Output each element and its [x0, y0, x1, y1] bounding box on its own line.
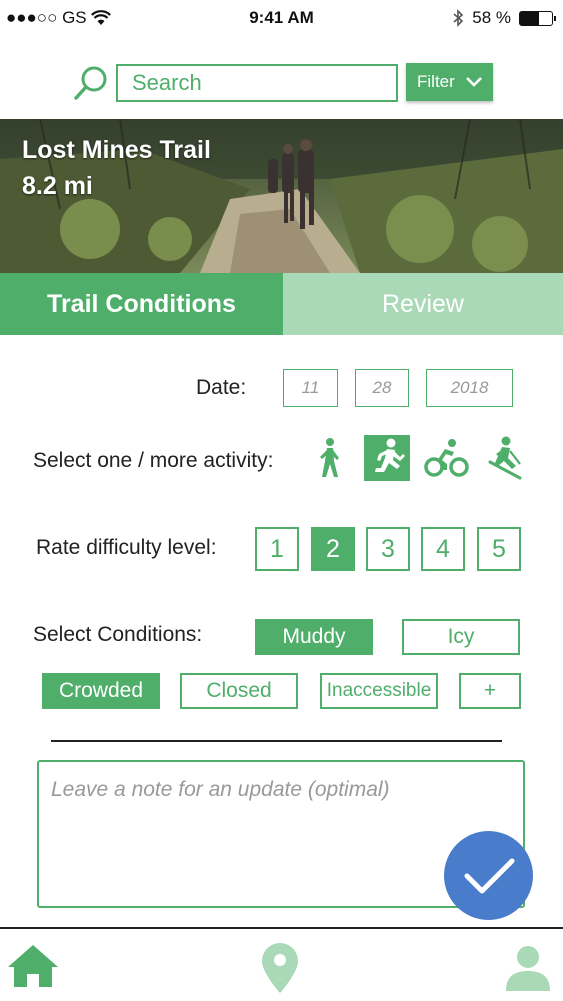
search-icon[interactable] — [72, 64, 110, 102]
filter-label: Filter — [417, 72, 455, 91]
skiing-icon[interactable] — [484, 435, 530, 481]
difficulty-3-button[interactable]: 3 — [366, 527, 410, 571]
search-input[interactable]: Search — [116, 64, 398, 102]
trail-distance: 8.2 mi — [22, 172, 93, 200]
condition-closed-button[interactable]: Closed — [180, 673, 298, 709]
difficulty-label: Rate difficulty level: — [36, 536, 217, 559]
add-condition-button[interactable]: + — [459, 673, 521, 709]
activity-label: Select one / more activity: — [33, 449, 274, 472]
condition-crowded-button[interactable]: Crowded — [42, 673, 160, 709]
running-icon[interactable] — [364, 435, 410, 481]
difficulty-4-button[interactable]: 4 — [421, 527, 465, 571]
battery-percent: 58 % — [472, 8, 511, 27]
difficulty-2-button[interactable]: 2 — [311, 527, 355, 571]
date-month-field[interactable]: 11 — [283, 369, 338, 407]
divider — [51, 740, 502, 742]
status-right: 58 % — [453, 8, 556, 28]
biking-icon[interactable] — [424, 435, 470, 481]
status-bar: ●●●○○ GS 9:41 AM 58 % — [0, 0, 563, 36]
condition-icy-button[interactable]: Icy — [402, 619, 520, 655]
conditions-label: Select Conditions: — [33, 623, 203, 646]
date-label: Date: — [196, 376, 247, 399]
condition-muddy-button[interactable]: Muddy — [255, 619, 373, 655]
user-icon[interactable] — [506, 945, 550, 991]
location-pin-icon[interactable] — [262, 943, 298, 993]
hiking-icon[interactable] — [305, 435, 351, 481]
filter-button[interactable]: Filter — [406, 63, 493, 101]
condition-inaccessible-button[interactable]: Inaccessible — [320, 673, 438, 709]
chevron-down-icon — [465, 77, 482, 87]
bottom-nav — [0, 927, 563, 1001]
trail-name: Lost Mines Trail — [22, 136, 211, 164]
home-icon[interactable] — [8, 943, 58, 989]
submit-button[interactable] — [444, 831, 533, 920]
difficulty-1-button[interactable]: 1 — [255, 527, 299, 571]
bluetooth-icon — [453, 9, 464, 27]
battery-icon — [519, 10, 556, 26]
date-day-field[interactable]: 28 — [355, 369, 409, 407]
difficulty-5-button[interactable]: 5 — [477, 527, 521, 571]
checkmark-icon — [464, 858, 514, 893]
date-year-field[interactable]: 2018 — [426, 369, 513, 407]
tab-trail-conditions[interactable]: Trail Conditions — [0, 273, 283, 335]
tab-review[interactable]: Review — [283, 273, 563, 335]
